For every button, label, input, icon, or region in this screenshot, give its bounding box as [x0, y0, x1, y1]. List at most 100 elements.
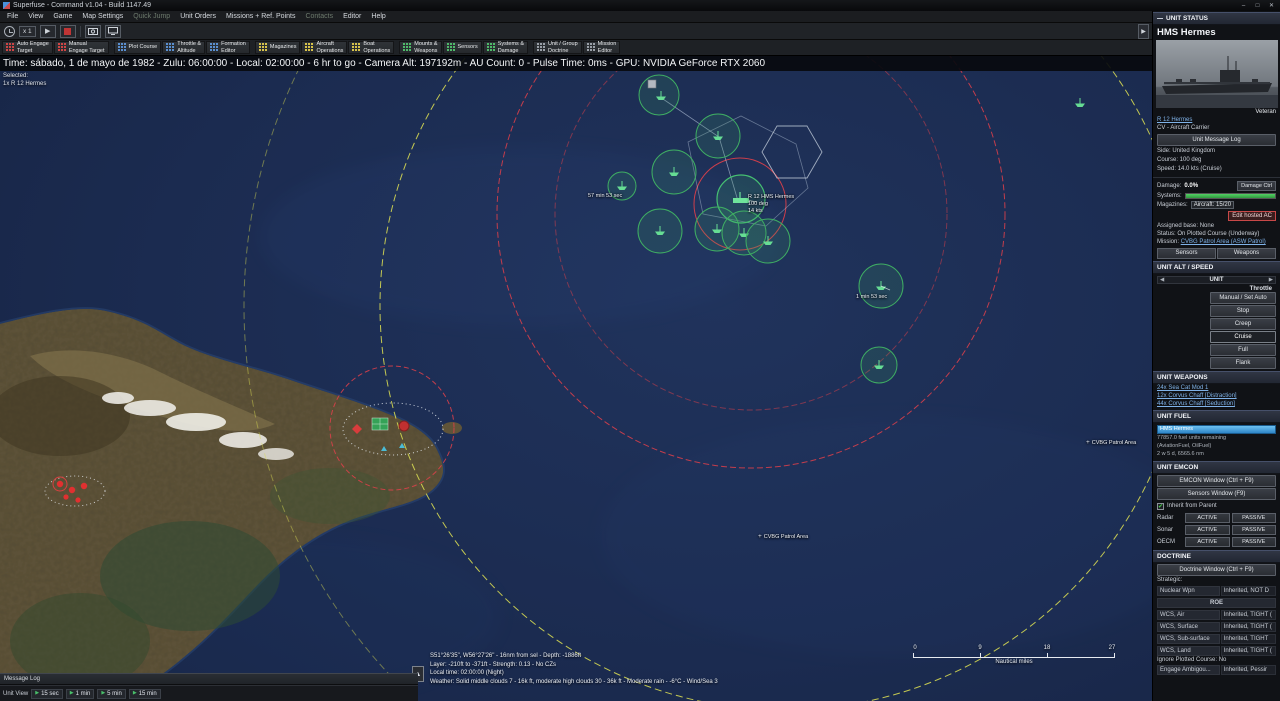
interval-5min-button[interactable]: ▶ 5 min — [97, 689, 126, 699]
unit-marker[interactable] — [638, 209, 682, 253]
unit-marker[interactable] — [859, 264, 903, 308]
menu-unit-orders[interactable]: Unit Orders — [175, 13, 221, 20]
menu-contacts[interactable]: Contacts — [300, 13, 338, 20]
menu-map-settings[interactable]: Map Settings — [77, 13, 128, 20]
nuclear-doctrine-row[interactable]: Nuclear Wpn Inherited, NOT D — [1153, 585, 1280, 597]
ribbon-mission-editor[interactable]: MissionEditor — [583, 41, 621, 54]
message-log-panel[interactable]: Message Log — [0, 673, 418, 685]
interval-15min-button[interactable]: ▶ 15 min — [129, 689, 161, 699]
unit-marker[interactable] — [861, 347, 897, 383]
next-unit-arrow-icon[interactable]: ▶ — [1269, 277, 1273, 283]
ribbon-unit-group-doctrine[interactable]: Unit / GroupDoctrine — [533, 41, 582, 54]
aircraft-count-chip[interactable]: Aircraft: 15/20 — [1191, 201, 1234, 209]
scale-units-label: Nautical miles — [913, 659, 1115, 665]
menu-game[interactable]: Game — [48, 13, 77, 20]
refpoint-label[interactable]: + CVBG Patrol Area — [758, 534, 808, 541]
oecm-active-button[interactable]: ACTIVE — [1185, 537, 1230, 547]
unit-name-link[interactable]: R 12 Hermes — [1157, 117, 1192, 123]
weapon-link[interactable]: 44x Corvus Chaff [Seduction] — [1157, 401, 1276, 407]
ribbon-auto-engage-target[interactable]: Auto EngageTarget — [2, 41, 53, 54]
interval-15sec-button[interactable]: ▶ 15 sec — [31, 689, 63, 699]
weapon-link[interactable]: 12x Corvus Chaff [Distraction] — [1157, 393, 1276, 399]
unit-emcon-header[interactable]: UNIT EMCON — [1153, 461, 1280, 474]
throttle-flank-button[interactable]: Flank — [1210, 357, 1276, 369]
ignore-plotted-course-label[interactable]: Ignore Plotted Course: No — [1153, 657, 1280, 665]
wcs-air-row[interactable]: WCS, Air Inherited, TIGHT ( — [1153, 609, 1280, 621]
radar-emcon-row: Radar ACTIVE PASSIVE — [1153, 512, 1280, 524]
emcon-window-button[interactable]: EMCON Window (Ctrl + F9) — [1157, 475, 1276, 487]
tab-sensors[interactable]: Sensors — [1157, 248, 1216, 259]
unit-marker[interactable] — [1075, 98, 1085, 107]
weapon-link[interactable]: 24x Sea Cat Mod 1 — [1157, 385, 1276, 391]
maximize-button[interactable]: □ — [1252, 1, 1263, 11]
ribbon-magazines[interactable]: Magazines — [255, 41, 301, 54]
menu-quick-jump[interactable]: Quick Jump — [128, 13, 175, 20]
close-button[interactable]: ✕ — [1266, 1, 1277, 11]
wcs-land-row[interactable]: WCS, Land Inherited, TIGHT ( — [1153, 645, 1280, 657]
radar-active-button[interactable]: ACTIVE — [1185, 513, 1230, 523]
ribbon-mounts-weapons[interactable]: Mounts &Weapons — [399, 41, 441, 54]
unit-alt-speed-header[interactable]: UNIT ALT / SPEED — [1153, 261, 1280, 274]
tab-weapons[interactable]: Weapons — [1217, 248, 1276, 259]
fuel-bar-label: HMS Hermes — [1160, 426, 1193, 432]
wcs-subsurface-row[interactable]: WCS, Sub-surface Inherited, TIGHT — [1153, 633, 1280, 645]
throttle-cruise-button[interactable]: Cruise — [1210, 331, 1276, 343]
menu-editor[interactable]: Editor — [338, 13, 366, 20]
ribbon-formation-editor[interactable]: FormationEditor — [206, 41, 250, 54]
unit-status-header[interactable]: UNIT STATUS — [1153, 12, 1280, 25]
oecm-passive-button[interactable]: PASSIVE — [1232, 537, 1277, 547]
edit-hosted-ac-button[interactable]: Edit hosted AC — [1228, 211, 1276, 221]
ribbon-throttle-altitude[interactable]: Throttle &Altitude — [162, 41, 205, 54]
play-icon: ▶ — [70, 691, 74, 696]
unit-marker-contact[interactable] — [639, 75, 679, 115]
titlebar: Superfuse - Command v1.04 - Build 1147.4… — [0, 0, 1280, 11]
screenshot-button[interactable] — [85, 25, 101, 38]
throttle-stop-button[interactable]: Stop — [1210, 305, 1276, 317]
sonar-passive-button[interactable]: PASSIVE — [1232, 525, 1277, 535]
ribbon-manual-engage-target[interactable]: ManualEngage Target — [54, 41, 109, 54]
damage-label: Damage: — [1157, 183, 1181, 189]
map-canvas[interactable]: Time: sábado, 1 de mayo de 1982 - Zulu: … — [0, 56, 1152, 701]
ribbon-aircraft-operations[interactable]: AircraftOperations — [301, 41, 347, 54]
throttle-manual-auto-button[interactable]: Manual / Set Auto — [1210, 292, 1276, 304]
record-button[interactable] — [60, 25, 76, 38]
doctrine-window-button[interactable]: Doctrine Window (Ctrl + F9) — [1157, 564, 1276, 576]
radar-passive-button[interactable]: PASSIVE — [1232, 513, 1277, 523]
sensors-window-button[interactable]: Sensors Window (F9) — [1157, 488, 1276, 500]
mission-link[interactable]: CVBG Patrol Area (ASW Patrol) — [1181, 239, 1266, 245]
engage-ambiguous-row[interactable]: Engage Ambigou... Inherited, Pessir — [1153, 664, 1280, 676]
sonar-emcon-row: Sonar ACTIVE PASSIVE — [1153, 524, 1280, 536]
unit-weapons-header[interactable]: UNIT WEAPONS — [1153, 371, 1280, 384]
ribbon-systems-damage[interactable]: Systems &Damage — [483, 41, 528, 54]
doctrine-header[interactable]: DOCTRINE — [1153, 550, 1280, 563]
unit-message-log-button[interactable]: Unit Message Log — [1157, 134, 1276, 146]
throttle-creep-button[interactable]: Creep — [1210, 318, 1276, 330]
throttle-full-button[interactable]: Full — [1210, 344, 1276, 356]
inherit-checkbox[interactable]: ✔ — [1157, 503, 1164, 510]
ribbon-boat-operations[interactable]: BoatOperations — [348, 41, 394, 54]
time-compression-chip[interactable]: x 1 — [19, 26, 36, 37]
unit-marker[interactable] — [746, 219, 790, 263]
wcs-surface-row[interactable]: WCS, Surface Inherited, TIGHT ( — [1153, 621, 1280, 633]
sonar-active-button[interactable]: ACTIVE — [1185, 525, 1230, 535]
interval-1min-button[interactable]: ▶ 1 min — [66, 689, 95, 699]
sidebar-collapse-arrow-icon[interactable]: ▶ — [1138, 24, 1149, 39]
play-button[interactable]: ▶ — [40, 25, 56, 38]
divider — [1153, 177, 1280, 178]
unit-bar-label: UNIT — [1164, 277, 1269, 283]
unit-marker[interactable] — [696, 114, 740, 158]
unit-name: HMS Hermes — [1153, 25, 1280, 39]
recorder-window-button[interactable] — [105, 25, 121, 38]
ribbon-plot-course[interactable]: Plot Course — [114, 41, 162, 54]
minimize-button[interactable]: – — [1238, 1, 1249, 11]
unit-marker[interactable] — [652, 150, 696, 194]
menu-file[interactable]: File — [2, 13, 23, 20]
menu-missions-ref-points[interactable]: Missions + Ref. Points — [221, 13, 300, 20]
refpoint-label[interactable]: + CVBG Patrol Area — [1086, 440, 1136, 447]
ribbon-sensors[interactable]: Sensors — [443, 41, 482, 54]
menu-help[interactable]: Help — [366, 13, 390, 20]
unit-fuel-header[interactable]: UNIT FUEL — [1153, 410, 1280, 423]
fuel-gauge-bar[interactable]: HMS Hermes — [1157, 425, 1276, 434]
damage-ctrl-button[interactable]: Damage Ctrl — [1237, 181, 1276, 191]
menu-view[interactable]: View — [23, 13, 48, 20]
